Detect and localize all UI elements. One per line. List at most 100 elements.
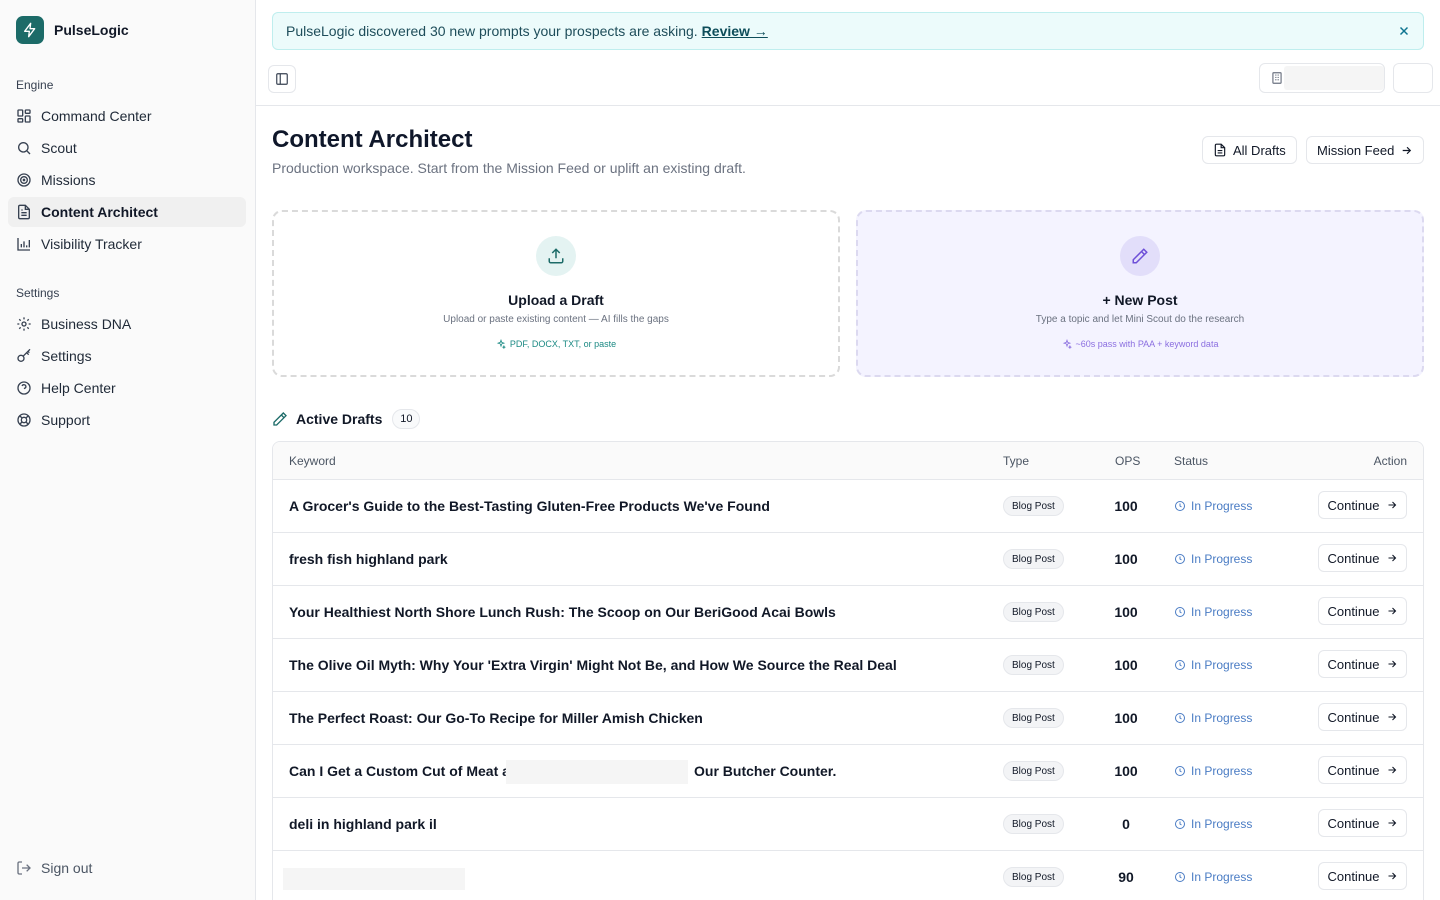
document-icon — [16, 204, 32, 220]
sidebar-item-business-dna[interactable]: Business DNA — [8, 309, 246, 339]
row-keyword: The Perfect Roast: Our Go-To Recipe for … — [289, 710, 703, 726]
table-row[interactable]: A Grocer's Guide to the Best-Tasting Glu… — [273, 480, 1423, 533]
sidebar-item-label: Content Architect — [41, 204, 158, 220]
continue-label: Continue — [1327, 709, 1380, 725]
upload-draft-card[interactable]: Upload a Draft Upload or paste existing … — [272, 210, 840, 377]
clock-icon — [1175, 501, 1185, 511]
ops-score: 100 — [1114, 657, 1138, 673]
pencil-icon — [273, 412, 287, 426]
sidebar-item-label: Missions — [41, 172, 96, 188]
arrow-right-icon — [1388, 660, 1396, 668]
new-post-title: + New Post — [1102, 292, 1178, 308]
arrow-right-icon — [1388, 766, 1396, 774]
clock-icon — [1175, 819, 1185, 829]
all-drafts-button[interactable]: All Drafts — [1202, 136, 1297, 164]
sidebar-item-label: Settings — [41, 348, 92, 364]
sidebar-item-settings[interactable]: Settings — [8, 341, 246, 371]
sidebar-item-command-center[interactable]: Command Center — [8, 101, 246, 131]
row-keyword: Your Healthiest North Shore Lunch Rush: … — [289, 604, 836, 620]
lightning-icon — [16, 16, 44, 44]
continue-button[interactable]: Continue — [1318, 809, 1407, 837]
arrow-right-icon — [1388, 713, 1396, 721]
continue-label: Continue — [1327, 762, 1380, 778]
clock-icon — [1175, 766, 1185, 776]
type-badge: Blog Post — [1003, 867, 1064, 887]
type-badge: Blog Post — [1003, 814, 1064, 834]
continue-label: Continue — [1327, 550, 1380, 566]
column-type: Type — [1003, 454, 1030, 468]
arrow-right-icon — [1388, 501, 1396, 509]
clock-icon — [1175, 713, 1185, 723]
continue-button[interactable]: Continue — [1318, 703, 1407, 731]
banner-review-link[interactable]: Review → — [702, 23, 768, 39]
gear-icon — [16, 316, 32, 332]
continue-label: Continue — [1327, 497, 1380, 513]
topbar — [256, 60, 1440, 106]
grid-icon — [16, 108, 32, 124]
ops-score: 100 — [1114, 551, 1138, 567]
status-text: In Progress — [1191, 870, 1253, 884]
sidebar-item-label: Support — [41, 412, 91, 428]
sidebar-item-label: Scout — [41, 140, 77, 156]
brand[interactable]: PulseLogic — [16, 16, 129, 44]
status-badge: In Progress — [1174, 870, 1252, 884]
status-badge: In Progress — [1174, 711, 1252, 725]
redacted-area — [283, 868, 465, 890]
continue-button[interactable]: Continue — [1318, 650, 1407, 678]
pencil-icon — [1120, 236, 1160, 276]
table-row[interactable]: The Olive Oil Myth: Why Your 'Extra Virg… — [273, 639, 1423, 692]
row-keyword: The Olive Oil Myth: Why Your 'Extra Virg… — [289, 657, 897, 673]
upload-icon — [536, 236, 576, 276]
drafts-count-badge: 10 — [392, 409, 421, 429]
continue-button[interactable]: Continue — [1318, 544, 1407, 572]
table-row[interactable]: fresh fish highland park Blog Post 100 I… — [273, 533, 1423, 586]
redacted-area — [506, 760, 688, 784]
sidebar-item-label: Visibility Tracker — [41, 236, 142, 252]
main-content: PulseLogic discovered 30 new prompts you… — [256, 0, 1440, 900]
close-icon[interactable] — [1397, 24, 1411, 38]
logout-icon — [16, 860, 32, 876]
sidebar-item-visibility-tracker[interactable]: Visibility Tracker — [8, 229, 246, 259]
column-keyword: Keyword — [289, 454, 336, 468]
status-text: In Progress — [1191, 552, 1253, 566]
sidebar-item-label: Help Center — [41, 380, 116, 396]
table-row[interactable]: Blog Post 90 In Progress Continue — [273, 851, 1423, 900]
new-post-hint-text: ~60s pass with PAA + keyword data — [1075, 339, 1219, 349]
ops-score: 90 — [1118, 869, 1134, 885]
table-row[interactable]: deli in highland park il Blog Post 0 In … — [273, 798, 1423, 851]
status-badge: In Progress — [1174, 605, 1252, 619]
sign-out-button[interactable]: Sign out — [8, 853, 92, 883]
type-badge: Blog Post — [1003, 761, 1064, 781]
status-badge: In Progress — [1174, 552, 1252, 566]
row-keyword: A Grocer's Guide to the Best-Tasting Glu… — [289, 498, 770, 514]
continue-button[interactable]: Continue — [1318, 862, 1407, 890]
sidebar-item-content-architect[interactable]: Content Architect — [8, 197, 246, 227]
user-menu-button[interactable] — [1393, 63, 1433, 93]
bar-chart-icon — [16, 236, 32, 252]
ops-score: 100 — [1114, 763, 1138, 779]
ops-score: 100 — [1114, 710, 1138, 726]
sidebar-item-label: Business DNA — [41, 316, 132, 332]
sidebar-item-support[interactable]: Support — [8, 405, 246, 435]
sidebar-toggle-button[interactable] — [268, 65, 296, 93]
sidebar-item-scout[interactable]: Scout — [8, 133, 246, 163]
active-drafts-heading: Active Drafts 10 — [272, 409, 421, 429]
table-row[interactable]: Can I Get a Custom Cut of Meat at Our Bu… — [273, 745, 1423, 798]
active-drafts-title: Active Drafts — [296, 411, 383, 427]
ops-score: 100 — [1114, 604, 1138, 620]
continue-button[interactable]: Continue — [1318, 597, 1407, 625]
continue-button[interactable]: Continue — [1318, 756, 1407, 784]
redacted-area — [1284, 66, 1384, 90]
sidebar-item-help-center[interactable]: Help Center — [8, 373, 246, 403]
type-badge: Blog Post — [1003, 708, 1064, 728]
sidebar-item-missions[interactable]: Missions — [8, 165, 246, 195]
type-badge: Blog Post — [1003, 549, 1064, 569]
status-text: In Progress — [1191, 711, 1253, 725]
table-row[interactable]: Your Healthiest North Shore Lunch Rush: … — [273, 586, 1423, 639]
table-row[interactable]: The Perfect Roast: Our Go-To Recipe for … — [273, 692, 1423, 745]
status-badge: In Progress — [1174, 658, 1252, 672]
new-post-card[interactable]: + New Post Type a topic and let Mini Sco… — [856, 210, 1424, 377]
mission-feed-button[interactable]: Mission Feed — [1306, 136, 1425, 164]
clock-icon — [1175, 607, 1185, 617]
continue-button[interactable]: Continue — [1318, 491, 1407, 519]
